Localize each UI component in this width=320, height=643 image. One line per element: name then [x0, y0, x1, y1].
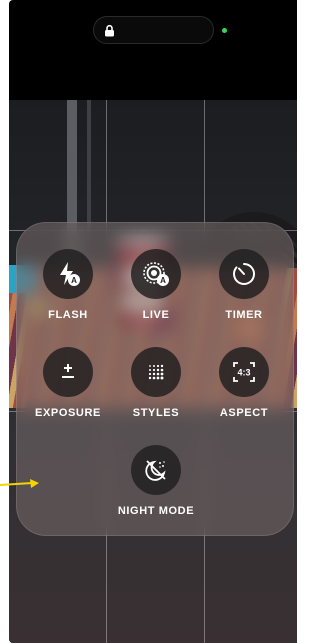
exposure-label: EXPOSURE: [35, 407, 101, 419]
styles-control[interactable]: STYLES: [116, 347, 196, 419]
aspect-ratio-value: 4:3: [237, 368, 250, 378]
aspect-label: ASPECT: [219, 407, 269, 419]
plus-minus-icon: [62, 364, 74, 378]
night-mode-control[interactable]: NIGHT MODE: [116, 445, 196, 517]
phone: A FLASH A LIVE TIMER EXPOSURE STYLES 4:3…: [0, 0, 297, 643]
dynamic-island: [93, 16, 214, 44]
annotation-arrow: [0, 479, 39, 488]
styles-label: STYLES: [132, 407, 180, 419]
flash-auto-icon: A: [60, 262, 80, 286]
aspect-button[interactable]: 4:3: [219, 347, 269, 397]
night-mode-label: NIGHT MODE: [117, 505, 195, 517]
timer-icon: [233, 263, 256, 285]
night-mode-button[interactable]: [131, 445, 181, 495]
aspect-ratio-icon: 4:3: [233, 362, 255, 382]
lock-icon: [105, 24, 114, 37]
live-label: LIVE: [142, 309, 170, 321]
styles-button[interactable]: [131, 347, 181, 397]
aspect-control[interactable]: 4:3 ASPECT: [204, 347, 284, 419]
timer-label: TIMER: [225, 309, 263, 321]
camera-in-use-indicator: [222, 28, 227, 33]
timer-button[interactable]: [219, 249, 269, 299]
live-photo-auto-icon: A: [143, 262, 169, 286]
live-control[interactable]: A LIVE: [116, 249, 196, 321]
flash-button[interactable]: A: [43, 249, 93, 299]
live-button[interactable]: A: [131, 249, 181, 299]
exposure-button[interactable]: [43, 347, 93, 397]
svg-text:A: A: [71, 276, 77, 285]
flash-label: FLASH: [48, 309, 88, 321]
dot-grid-icon: [148, 364, 164, 380]
flash-control[interactable]: A FLASH: [28, 249, 108, 321]
night-mode-off-icon: [145, 460, 166, 481]
camera-controls-panel: A FLASH A LIVE TIMER EXPOSURE STYLES 4:3…: [16, 222, 294, 536]
svg-text:A: A: [160, 276, 166, 285]
camera-screen: A FLASH A LIVE TIMER EXPOSURE STYLES 4:3…: [9, 0, 297, 643]
timer-control[interactable]: TIMER: [204, 249, 284, 321]
exposure-control[interactable]: EXPOSURE: [28, 347, 108, 419]
